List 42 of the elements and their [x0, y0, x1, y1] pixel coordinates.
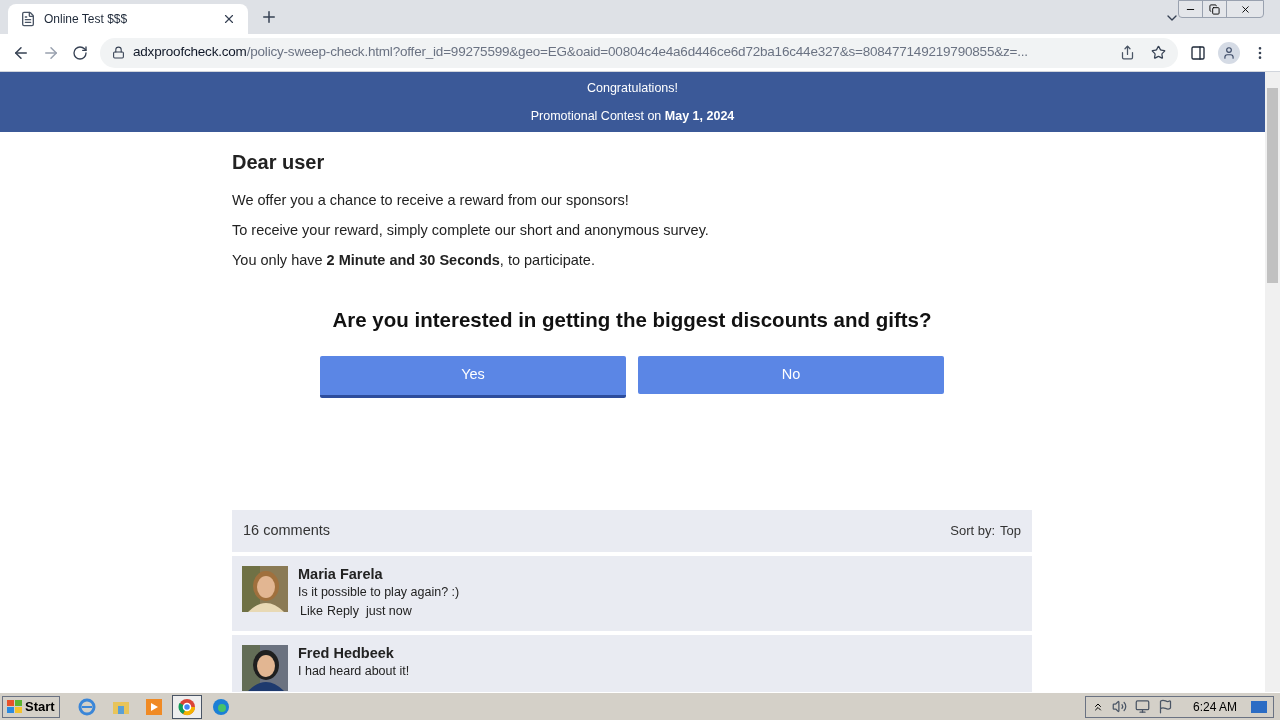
scrollbar[interactable] — [1265, 72, 1280, 692]
question-heading: Are you interested in getting the biggest discounts and gifts? — [331, 307, 933, 333]
greeting-heading: Dear user — [232, 150, 326, 175]
comment-time: just now — [365, 603, 412, 619]
url-text: adxproofcheck.com/policy-sweep-check.html?offer_id=99275599&geo=EG&oaid=00804c4e4a6d446ce6d72ba16c44e327&s=808477149219790855&z=... — [133, 43, 1028, 62]
flag-icon[interactable] — [1157, 699, 1173, 714]
volume-icon[interactable] — [1111, 699, 1127, 714]
commenter-name: Maria Farela — [298, 565, 384, 583]
comment-text: I had heard about it! — [298, 663, 410, 679]
page-icon — [20, 11, 36, 27]
answer-button[interactable]: Yes — [320, 355, 626, 398]
address-field[interactable]: adxproofcheck.com/policy-sweep-check.html?offer_id=99275599&geo=EG&oaid=00804c4e4a6d446ce6d72ba16c44e327&s=808477149219790855&z=... — [100, 37, 1178, 68]
side-panel-icon[interactable] — [1190, 44, 1206, 61]
new-tab-icon[interactable] — [260, 8, 278, 26]
windows-logo-icon — [7, 699, 23, 714]
show-desktop-icon[interactable] — [1251, 700, 1267, 713]
comment-count: 16 comments — [243, 520, 331, 540]
like-link[interactable]: Like — [300, 603, 323, 619]
chrome-taskbar-button[interactable] — [171, 694, 202, 719]
share-icon[interactable] — [1120, 45, 1135, 60]
reload-icon[interactable] — [72, 44, 88, 61]
profile-icon[interactable] — [1218, 41, 1240, 64]
tab-title: Online Test $$$ — [44, 11, 129, 27]
banner-title: Congratulations! — [587, 79, 678, 97]
paragraph: To receive your reward, simply complete our short and anonymous survey. — [232, 221, 710, 239]
answer-button[interactable]: No — [638, 355, 944, 394]
paragraph: You only have 2 Minute and 30 Seconds, to participate. — [232, 251, 596, 269]
paragraph: We offer you a chance to receive a reward from our sponsors! — [232, 191, 630, 209]
start-button[interactable]: Start — [2, 695, 60, 718]
comment-text: Is it possible to play again? :) — [298, 584, 460, 600]
lock-icon — [112, 46, 125, 59]
network-icon[interactable] — [1134, 699, 1150, 714]
commenter-name: Fred Hedbeek — [298, 644, 395, 662]
close-icon[interactable] — [222, 12, 236, 26]
clock: 6:24 AM — [1192, 698, 1237, 716]
bookmark-icon[interactable] — [1151, 45, 1166, 60]
reply-link[interactable]: Reply — [326, 603, 359, 619]
banner-subtitle: Promotional Contest on May 1, 2024 — [530, 107, 735, 125]
sort-label: Sort by: — [950, 522, 996, 540]
edge-icon[interactable] — [211, 697, 230, 716]
sort-value[interactable]: Top — [1000, 521, 1021, 541]
browser-tab[interactable]: Online Test $$$ — [8, 4, 248, 34]
